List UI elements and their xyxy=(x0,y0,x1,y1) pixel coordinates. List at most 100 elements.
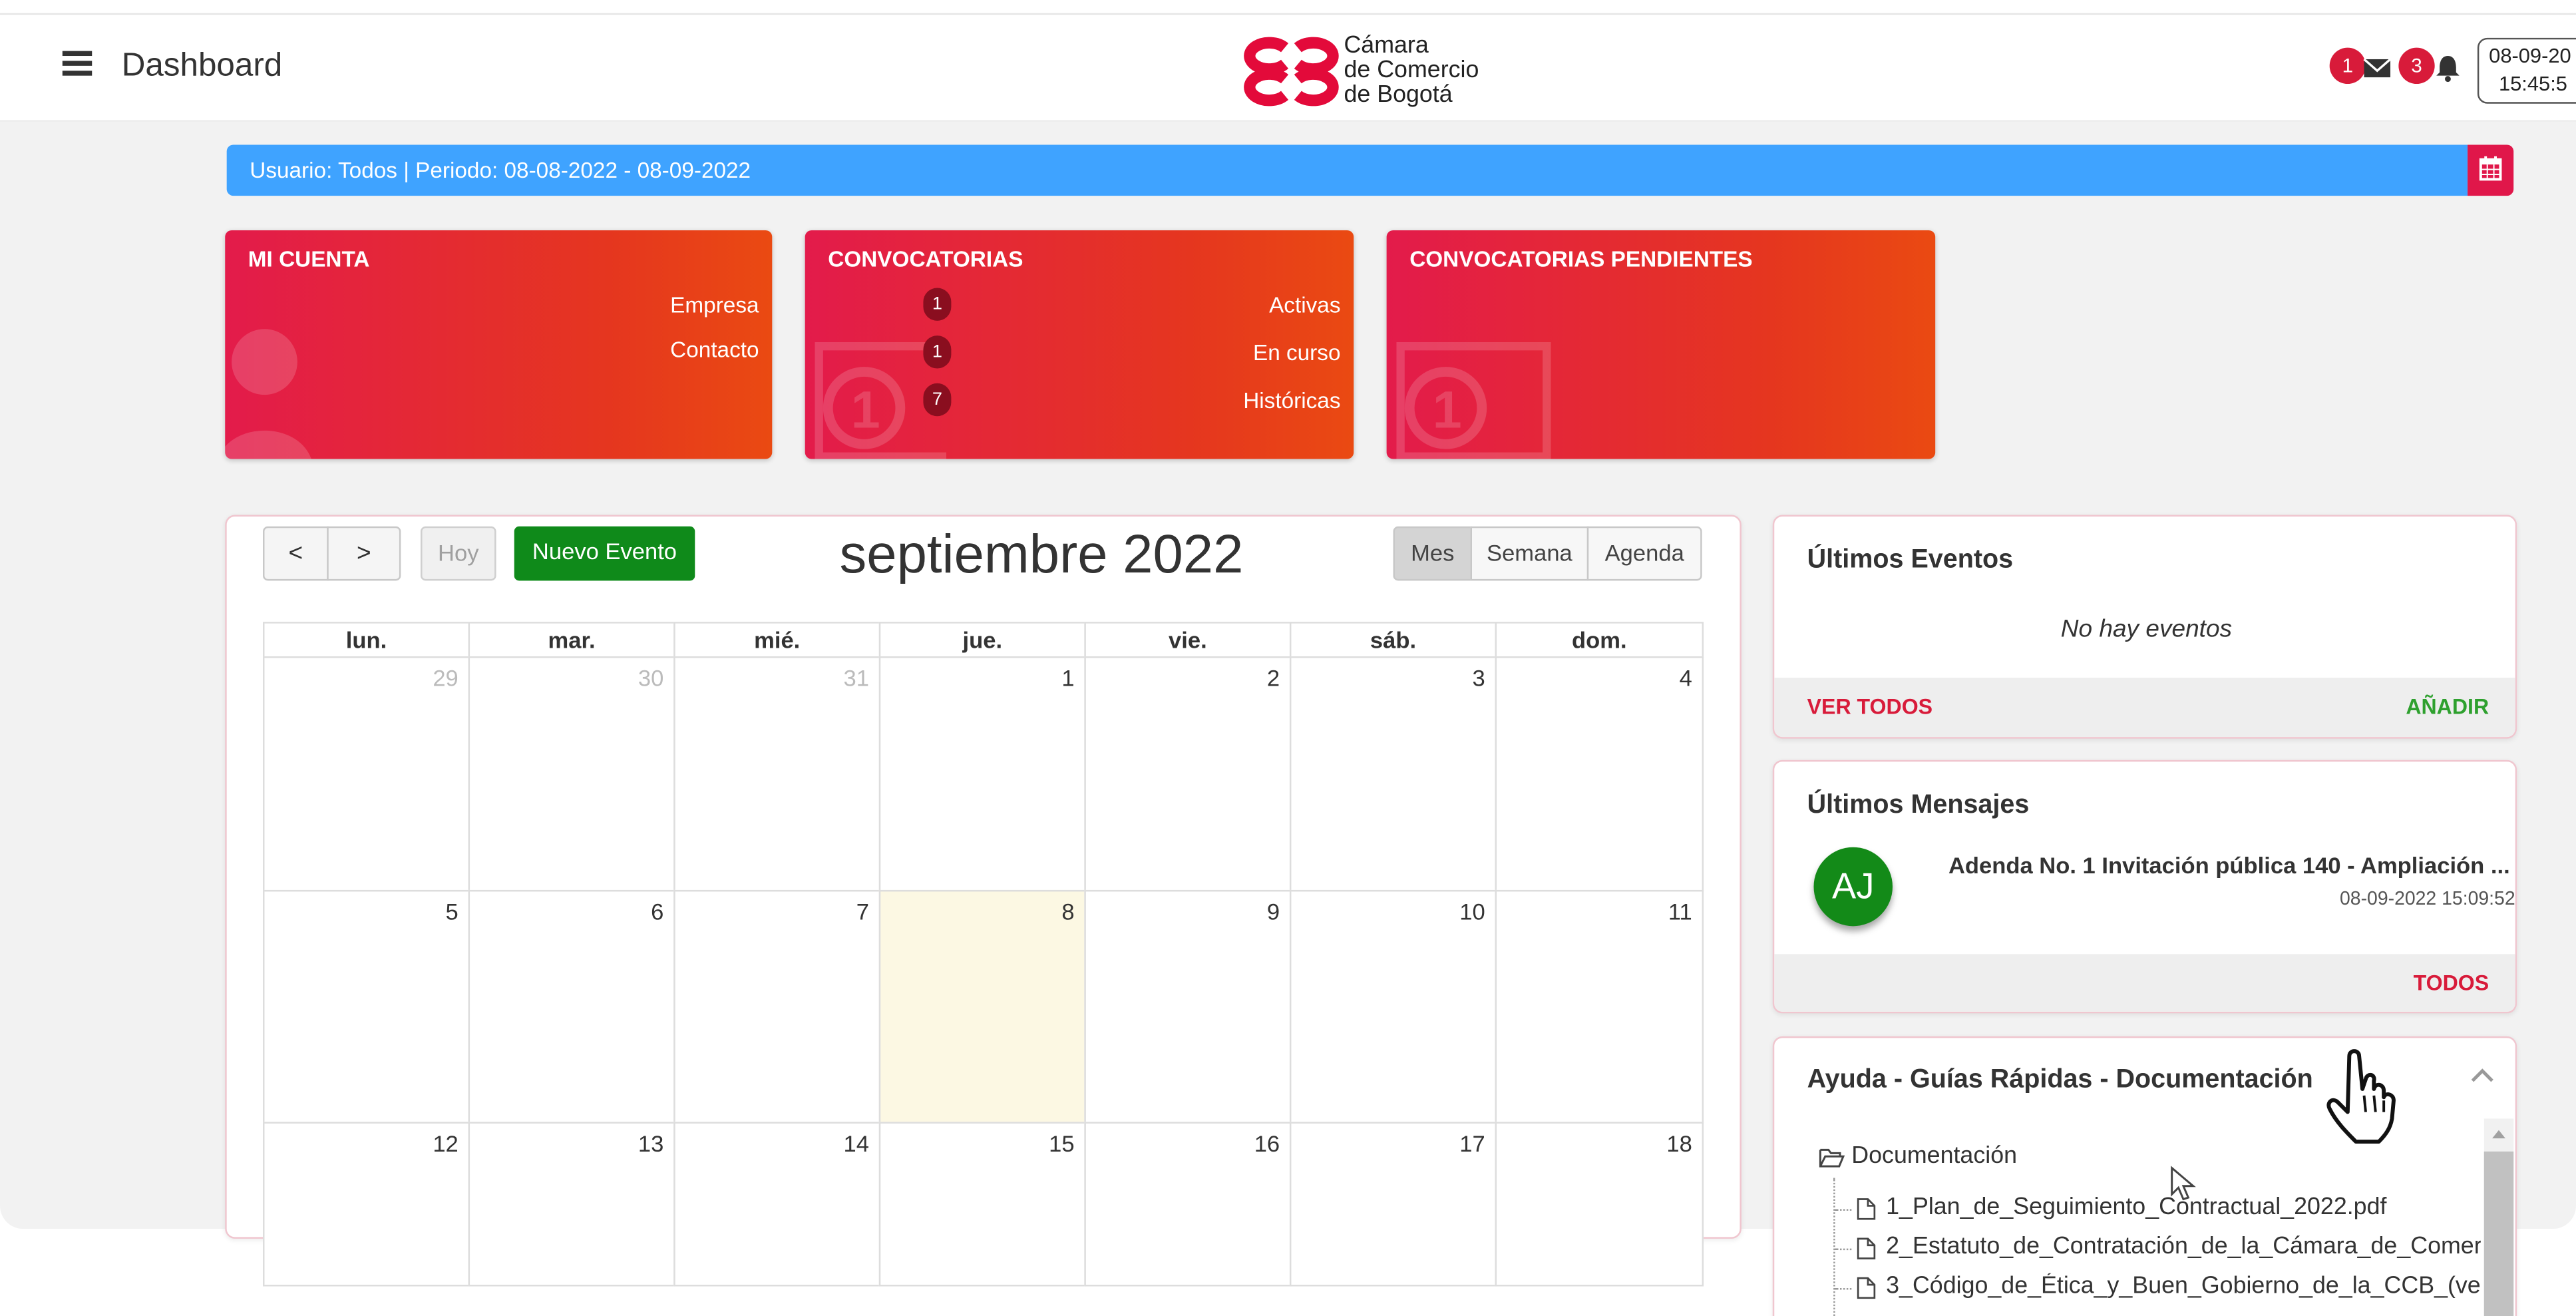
en-curso-link[interactable]: En curso xyxy=(1253,341,1341,365)
calendar-day-cell[interactable]: 29 xyxy=(263,656,470,892)
doc-file[interactable]: 3_Código_de_Ética_y_Buen_Gobierno_de_la_… xyxy=(1886,1273,2481,1300)
logo-line: Cámara xyxy=(1344,33,1429,59)
day-number: 29 xyxy=(433,664,459,691)
file-icon xyxy=(1857,1237,1876,1259)
calendar-day-cell[interactable]: 5 xyxy=(263,889,470,1124)
scroll-up-icon[interactable] xyxy=(2489,1125,2509,1142)
calendar-day-cell[interactable]: 4 xyxy=(1495,656,1704,892)
convocatorias-pendientes-card[interactable]: 1 CONVOCATORIAS PENDIENTES xyxy=(1386,230,1936,459)
calendar-day-cell[interactable]: 6 xyxy=(468,889,675,1124)
ccb-logo[interactable]: Cámara de Comercio de Bogotá xyxy=(1242,33,1521,110)
day-number: 31 xyxy=(843,664,869,691)
ver-todos-link[interactable]: VER TODOS xyxy=(1807,678,1932,737)
card-title: CONVOCATORIAS xyxy=(828,246,1023,272)
day-number: 10 xyxy=(1459,898,1485,925)
day-number: 2 xyxy=(1266,664,1280,691)
historicas-count: 7 xyxy=(923,383,952,417)
calendar-day-cell[interactable]: 1 xyxy=(878,656,1086,892)
weekday-header: mar. xyxy=(468,622,675,658)
calendar-day-cell[interactable]: 10 xyxy=(1289,889,1497,1124)
card-title: CONVOCATORIAS PENDIENTES xyxy=(1409,246,1753,272)
calendar-day-cell[interactable]: 7 xyxy=(673,889,881,1124)
prev-month-button[interactable]: < xyxy=(263,526,329,581)
file-icon xyxy=(1857,1277,1876,1299)
calendar-day-cell[interactable]: 2 xyxy=(1084,656,1292,892)
day-number: 11 xyxy=(1668,898,1692,925)
new-event-button[interactable]: Nuevo Evento xyxy=(514,526,695,581)
scrollbar-thumb[interactable] xyxy=(2484,1151,2514,1316)
notifications-badge[interactable]: 3 xyxy=(2398,47,2435,85)
calendar-day-cell[interactable]: 14 xyxy=(673,1122,881,1287)
mi-cuenta-card: MI CUENTA Empresa Contacto xyxy=(225,230,773,459)
bell-icon[interactable] xyxy=(2433,53,2462,83)
ultimos-mensajes-widget: Últimos Mensajes AJ Adenda No. 1 Invitac… xyxy=(1772,760,2517,1014)
calendar-day-cell[interactable]: 9 xyxy=(1084,889,1292,1124)
ultimos-eventos-widget: Últimos Eventos No hay eventos VER TODOS… xyxy=(1772,515,2517,739)
no-events-text: No hay eventos xyxy=(2060,615,2233,644)
calendar-day-cell[interactable]: 15 xyxy=(878,1122,1086,1287)
empresa-link[interactable]: Empresa xyxy=(670,293,759,318)
app-window: Dashboard Cámara de Comercio de Bogotá 1… xyxy=(0,0,2576,1316)
messages-badge[interactable]: 1 xyxy=(2329,47,2366,85)
widget-title: Últimos Eventos xyxy=(1807,546,2014,574)
widget-footer: VER TODOS AÑADIR xyxy=(1774,678,2515,738)
historicas-link[interactable]: Históricas xyxy=(1243,388,1340,413)
day-number: 6 xyxy=(651,898,664,925)
folder-open-icon xyxy=(1819,1148,1845,1168)
message-subject[interactable]: Adenda No. 1 Invitación pública 140 - Am… xyxy=(1948,852,2515,879)
en-curso-count: 1 xyxy=(923,335,952,369)
widget-title: Ayuda - Guías Rápidas - Documentación xyxy=(1807,1066,2313,1094)
contacto-link[interactable]: Contacto xyxy=(670,337,759,362)
calendar-day-cell[interactable]: 16 xyxy=(1084,1122,1292,1287)
day-number: 9 xyxy=(1266,898,1280,925)
widget-footer: TODOS xyxy=(1774,954,2515,1012)
calendar-day-cell[interactable]: 30 xyxy=(468,656,675,892)
tree-line xyxy=(1833,1178,1835,1316)
calendar-day-cell[interactable]: 13 xyxy=(468,1122,675,1287)
calendar-day-cell[interactable]: 3 xyxy=(1289,656,1497,892)
calendar-day-cell[interactable]: 17 xyxy=(1289,1122,1497,1287)
today-button[interactable]: Hoy xyxy=(421,526,496,581)
datetime-display: 08-09-20 15:45:5 xyxy=(2477,37,2576,104)
tree-line xyxy=(1835,1248,1852,1251)
day-number: 14 xyxy=(843,1130,869,1157)
convocatorias-card: 1 CONVOCATORIAS 1 Activas 1 En curso 7 H… xyxy=(805,230,1354,459)
weekday-header: jue. xyxy=(878,622,1086,658)
weekday-header: lun. xyxy=(263,622,470,658)
menu-icon[interactable] xyxy=(62,51,92,75)
svg-text:1: 1 xyxy=(1433,379,1462,439)
file-icon xyxy=(1857,1198,1876,1220)
activas-link[interactable]: Activas xyxy=(1269,293,1340,318)
chevron-up-icon[interactable] xyxy=(2471,1068,2494,1084)
day-number: 30 xyxy=(638,664,664,691)
view-month-button[interactable]: Mes xyxy=(1393,526,1472,581)
day-number: 1 xyxy=(1061,664,1075,691)
todos-link[interactable]: TODOS xyxy=(2414,954,2489,1011)
day-number: 4 xyxy=(1679,664,1692,691)
day-number: 18 xyxy=(1666,1130,1692,1157)
calendar-day-cell[interactable]: 12 xyxy=(263,1122,470,1287)
next-month-button[interactable]: > xyxy=(327,526,401,581)
filter-bar: Usuario: Todos | Periodo: 08-08-2022 - 0… xyxy=(226,144,2468,196)
documentacion-folder[interactable]: Documentación xyxy=(1851,1144,2017,1170)
calendar-title: septiembre 2022 xyxy=(839,523,1244,584)
arrow-cursor-icon xyxy=(2171,1166,2196,1201)
current-date: 08-09-20 xyxy=(2489,44,2571,68)
day-number: 13 xyxy=(638,1130,664,1157)
view-week-button[interactable]: Semana xyxy=(1470,526,1589,581)
calendar-day-cell[interactable]: 31 xyxy=(673,656,881,892)
calendar-day-cell[interactable]: 18 xyxy=(1495,1122,1704,1287)
view-agenda-button[interactable]: Agenda xyxy=(1586,526,1702,581)
anadir-link[interactable]: AÑADIR xyxy=(2406,678,2489,737)
day-number: 17 xyxy=(1459,1130,1485,1157)
hand-cursor-icon xyxy=(2326,1049,2396,1144)
doc-file[interactable]: 2_Estatuto_de_Contratación_de_la_Cámara_… xyxy=(1886,1233,2481,1260)
day-number: 7 xyxy=(856,898,869,925)
current-time: 15:45:5 xyxy=(2498,72,2567,96)
envelope-icon[interactable] xyxy=(2362,53,2392,82)
calendar-day-cell[interactable]: 11 xyxy=(1495,889,1704,1124)
calendar-day-cell[interactable]: 8 xyxy=(878,889,1086,1124)
date-filter-button[interactable] xyxy=(2468,144,2514,196)
day-number: 16 xyxy=(1254,1130,1280,1157)
day-number: 12 xyxy=(433,1130,459,1157)
